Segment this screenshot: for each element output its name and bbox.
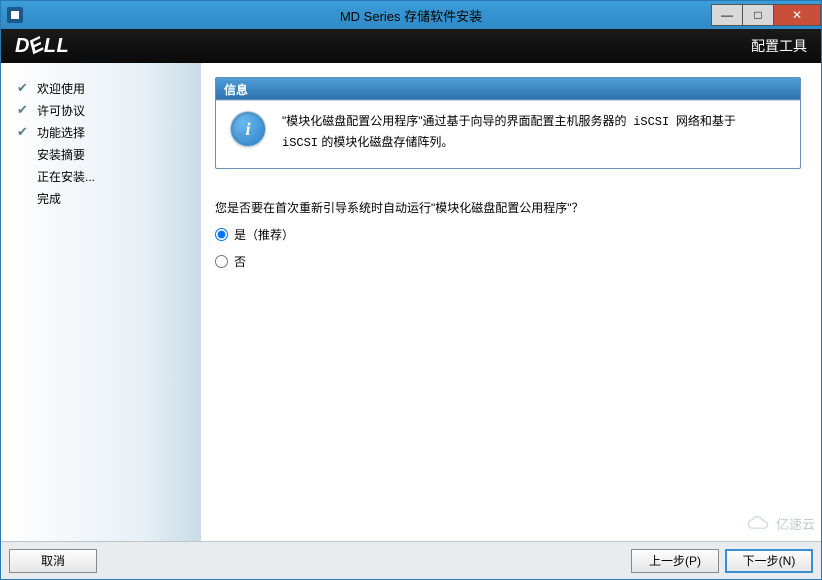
check-icon: ✔ (17, 124, 33, 140)
cloud-icon (744, 515, 772, 533)
installer-window: MD Series 存储软件安装 — □ ✕ DELL 配置工具 ✔欢迎使用 ✔… (0, 0, 822, 580)
info-panel: 信息 i "模块化磁盘配置公用程序"通过基于向导的界面配置主机服务器的 iSCS… (215, 77, 801, 169)
main-area: ✔欢迎使用 ✔许可协议 ✔功能选择 安装摘要 正在安装... 完成 信息 i "… (1, 63, 821, 541)
close-button[interactable]: ✕ (773, 4, 821, 26)
radio-yes-input[interactable] (215, 228, 228, 241)
info-heading: 信息 (216, 78, 800, 100)
cancel-button[interactable]: 取消 (9, 549, 97, 573)
info-text: "模块化磁盘配置公用程序"通过基于向导的界面配置主机服务器的 iSCSI 网络和… (282, 111, 736, 154)
step-label: 欢迎使用 (37, 80, 85, 97)
content-area: 信息 i "模块化磁盘配置公用程序"通过基于向导的界面配置主机服务器的 iSCS… (201, 63, 821, 541)
minimize-button[interactable]: — (711, 4, 743, 26)
window-controls: — □ ✕ (712, 4, 821, 26)
watermark: 亿速云 (738, 510, 821, 537)
step-installing: 正在安装... (17, 165, 201, 187)
watermark-text: 亿速云 (776, 514, 815, 533)
prev-button[interactable]: 上一步(P) (631, 549, 719, 573)
radio-yes[interactable]: 是（推荐） (215, 226, 801, 243)
step-label: 安装摘要 (37, 146, 85, 163)
step-complete: 完成 (17, 187, 201, 209)
window-title: MD Series 存储软件安装 (340, 6, 482, 25)
check-icon: ✔ (17, 80, 33, 96)
app-icon (7, 7, 23, 23)
step-label: 完成 (37, 190, 61, 207)
maximize-button[interactable]: □ (742, 4, 774, 26)
step-summary: 安装摘要 (17, 143, 201, 165)
radio-no-label: 否 (234, 253, 246, 270)
header-subtitle: 配置工具 (751, 36, 807, 56)
footer: 取消 上一步(P) 下一步(N) (1, 541, 821, 579)
dell-logo: DELL (15, 35, 69, 58)
step-welcome: ✔欢迎使用 (17, 77, 201, 99)
info-body: i "模块化磁盘配置公用程序"通过基于向导的界面配置主机服务器的 iSCSI 网… (216, 100, 800, 168)
step-label: 许可协议 (37, 102, 85, 119)
info-icon: i (230, 111, 266, 147)
header-bar: DELL 配置工具 (1, 29, 821, 63)
next-button[interactable]: 下一步(N) (725, 549, 813, 573)
step-license: ✔许可协议 (17, 99, 201, 121)
radio-no[interactable]: 否 (215, 253, 801, 270)
sidebar: ✔欢迎使用 ✔许可协议 ✔功能选择 安装摘要 正在安装... 完成 (1, 63, 201, 541)
step-label: 功能选择 (37, 124, 85, 141)
radio-yes-label: 是（推荐） (234, 226, 294, 243)
step-feature: ✔功能选择 (17, 121, 201, 143)
step-label: 正在安装... (37, 168, 95, 185)
question-text: 您是否要在首次重新引导系统时自动运行"模块化磁盘配置公用程序"？ (215, 199, 801, 216)
titlebar: MD Series 存储软件安装 — □ ✕ (1, 1, 821, 29)
check-icon: ✔ (17, 102, 33, 118)
radio-no-input[interactable] (215, 255, 228, 268)
